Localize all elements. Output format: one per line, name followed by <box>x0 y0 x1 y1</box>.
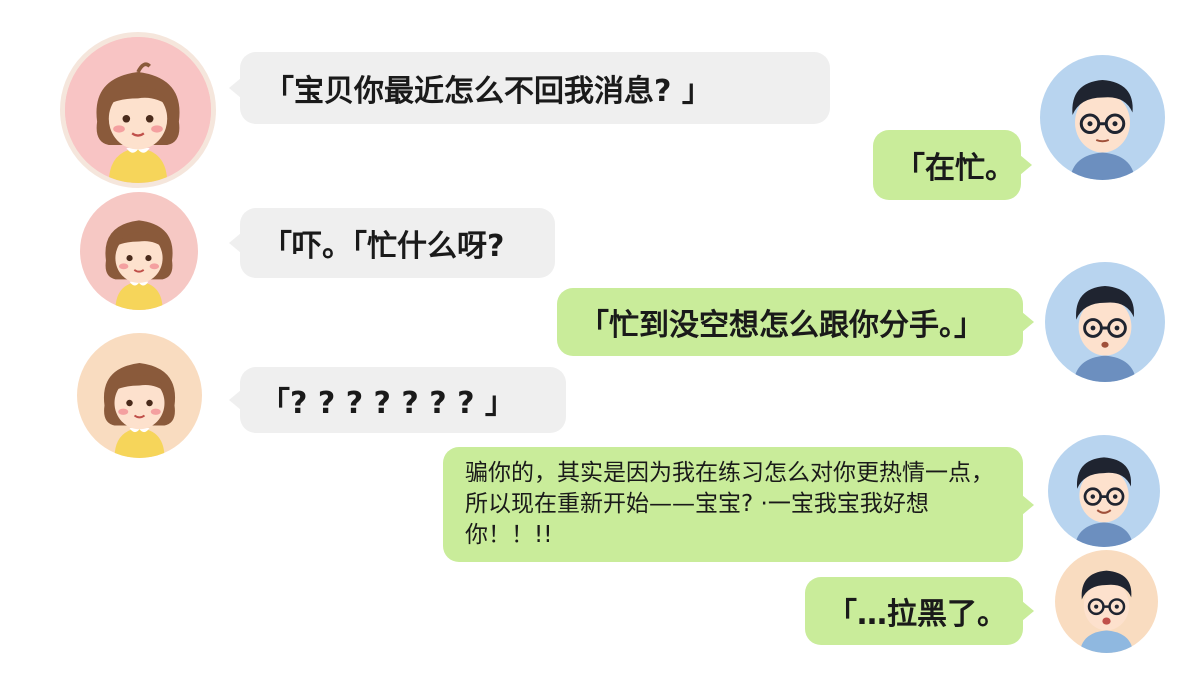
message-bubble-sent: 「忙到没空想怎么跟你分手。」 <box>557 288 1034 356</box>
boy-avatar <box>1040 55 1165 180</box>
message-bubble-received: 「吓。「忙什么呀? <box>229 208 555 278</box>
message-text: 骗你的，其实是因为我在练习怎么对你更热情一点，所以现在重新开始——宝宝? ·一宝… <box>465 460 994 548</box>
boy-avatar <box>1045 262 1165 382</box>
message-text: 「在忙。 <box>895 151 1015 186</box>
message-bubble-sent: 「…拉黑了。 <box>805 577 1034 645</box>
girl-avatar <box>77 333 202 458</box>
girl-avatar <box>60 32 216 188</box>
boy-avatar <box>1055 550 1158 653</box>
message-bubble-received: 「宝贝你最近怎么不回我消息? 」 <box>229 52 830 124</box>
message-text: 「…拉黑了。 <box>827 597 1007 632</box>
chat-screen: 「宝贝你最近怎么不回我消息? 」 「在忙。 「吓。「忙什么呀? 「忙到没空想怎么… <box>0 0 1200 673</box>
message-text: 「宝贝你最近怎么不回我消息? 」 <box>264 74 712 109</box>
boy-avatar <box>1048 435 1160 547</box>
message-bubble-sent: 骗你的，其实是因为我在练习怎么对你更热情一点，所以现在重新开始——宝宝? ·一宝… <box>443 447 1034 562</box>
girl-avatar <box>80 192 198 310</box>
message-bubble-sent: 「在忙。 <box>873 130 1032 200</box>
message-bubble-received: 「? ? ? ? ? ? ? 」 <box>229 367 566 433</box>
message-text: 「忙到没空想怎么跟你分手。」 <box>579 308 984 343</box>
message-text: 「吓。「忙什么呀? <box>262 229 505 264</box>
message-text: 「? ? ? ? ? ? ? 」 <box>260 386 515 421</box>
